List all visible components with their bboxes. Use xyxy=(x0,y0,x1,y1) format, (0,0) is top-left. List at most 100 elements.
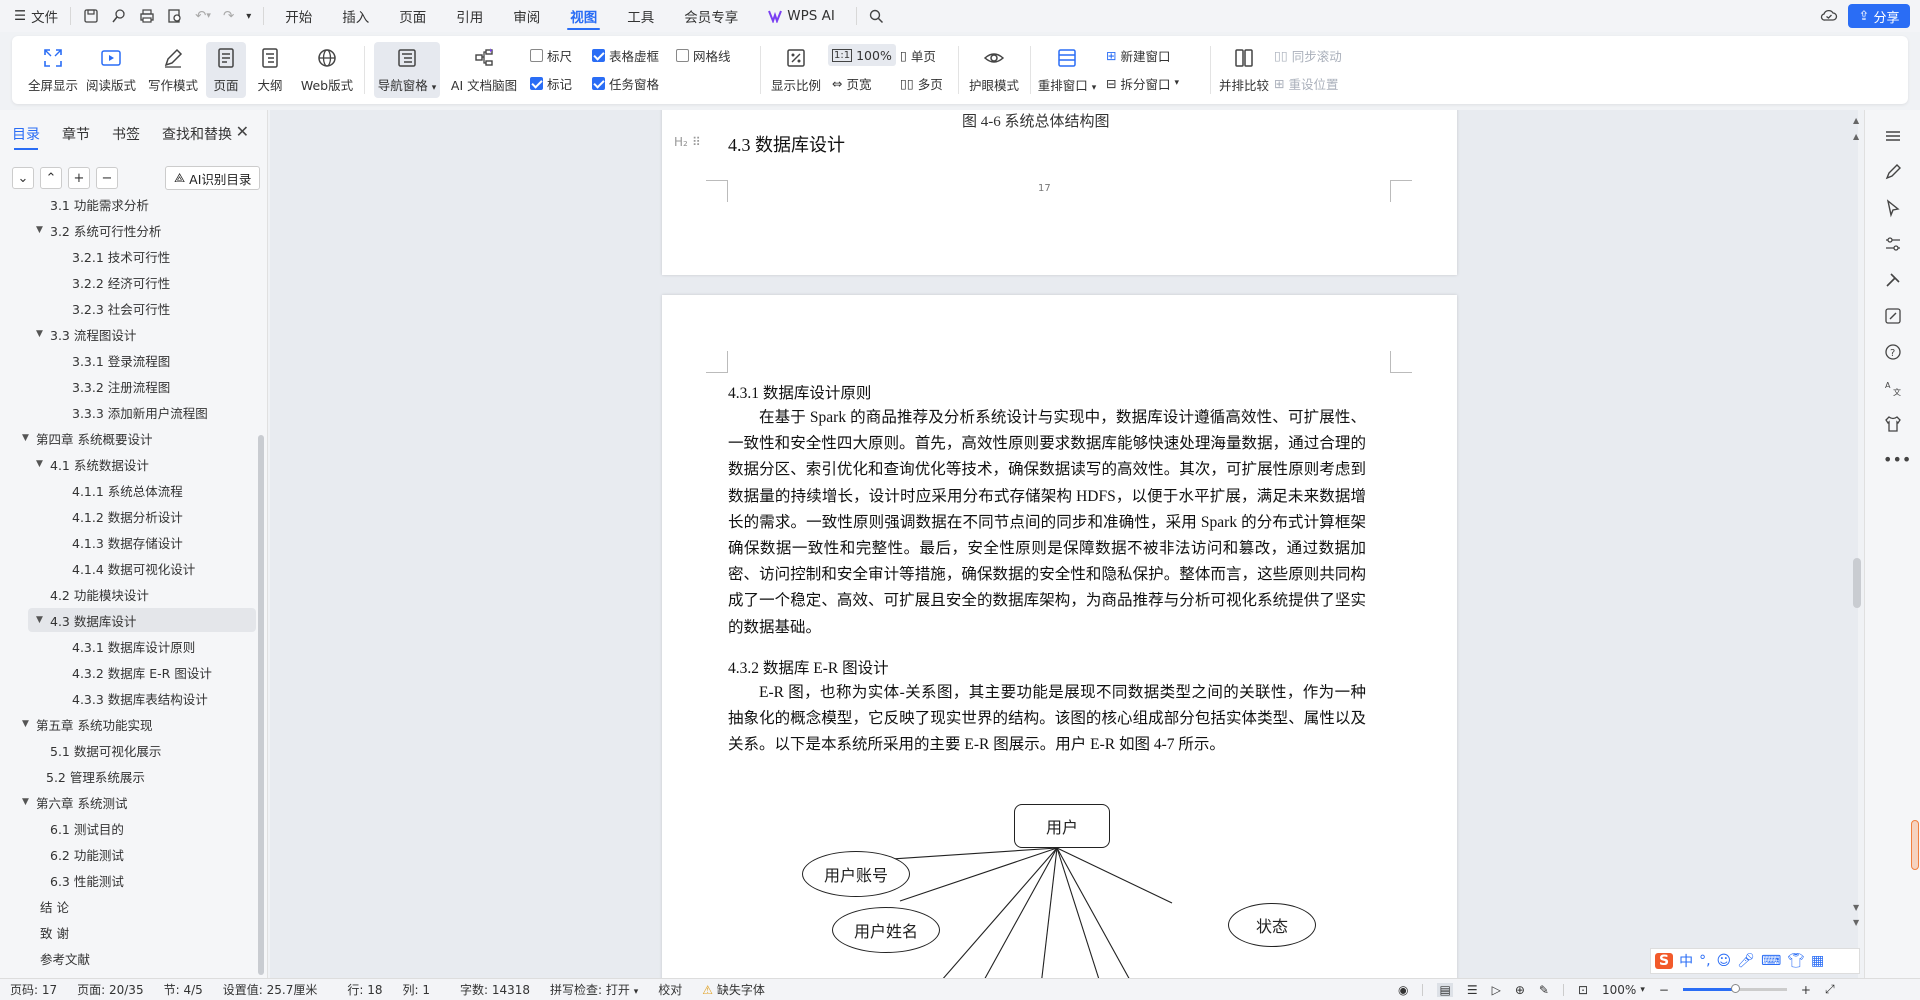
expand-triangle-icon[interactable]: ▼ xyxy=(36,615,50,625)
nav-pane-button[interactable]: 导航窗格 ▾ xyxy=(374,42,440,98)
page-width-button[interactable]: ⇔ 页宽 xyxy=(832,72,872,94)
tab-page[interactable]: 页面 xyxy=(384,0,441,32)
cursor-icon[interactable] xyxy=(1883,198,1903,218)
fit-page-icon[interactable]: ⊡ xyxy=(1578,983,1588,997)
status-col[interactable]: 列: 1 xyxy=(392,981,440,998)
status-proof[interactable]: 校对 xyxy=(648,981,692,998)
ai-mindmap-button[interactable]: AI 文档脑图 xyxy=(448,42,520,98)
close-icon[interactable]: ✕ xyxy=(236,122,249,141)
ime-toolbar[interactable]: S 中 °, ☺ 🎤︎ ⌨ 👕︎ ▦ xyxy=(1650,948,1860,974)
web-view-button[interactable]: Web版式 xyxy=(298,42,356,98)
tools-icon[interactable] xyxy=(1883,270,1903,290)
toc-item[interactable]: 3.2.2 经济可行性 xyxy=(56,270,170,294)
table-gridlines-check[interactable] xyxy=(592,48,605,62)
toc-item[interactable]: 6.1 测试目的 xyxy=(36,816,124,840)
gridlines-checkbox[interactable]: 网格线 xyxy=(676,44,731,66)
undo-icon[interactable]: ↶ ▾ xyxy=(189,0,217,32)
shirt-icon[interactable] xyxy=(1883,414,1903,434)
sliders-icon[interactable] xyxy=(1883,234,1903,254)
expand-triangle-icon[interactable]: ▼ xyxy=(36,225,50,235)
toc-item[interactable]: 4.2 功能模块设计 xyxy=(36,582,149,606)
scrollbar-thumb[interactable] xyxy=(1853,558,1861,608)
pen-icon[interactable]: ✎ xyxy=(1539,983,1549,997)
save-icon[interactable] xyxy=(77,0,105,32)
page-view-icon[interactable]: ▤ xyxy=(1437,982,1453,997)
fullscreen-button[interactable]: 全屏显示 xyxy=(28,42,78,98)
file-menu[interactable]: ☰ 文件 xyxy=(0,0,64,32)
ruler-checkbox[interactable]: 标尺 xyxy=(530,44,572,66)
status-section[interactable]: 节: 4/5 xyxy=(154,981,213,998)
marks-check[interactable] xyxy=(530,76,543,90)
eye-protect-icon[interactable]: ◉ xyxy=(1398,983,1408,997)
status-missing-font[interactable]: ⚠ 缺失字体 xyxy=(692,981,775,998)
format-painter-icon[interactable] xyxy=(105,0,133,32)
fullscreen-icon[interactable]: ⤢ xyxy=(1825,982,1835,997)
tab-home[interactable]: 开始 xyxy=(270,0,327,32)
read-mode-button[interactable]: 阅读版式 xyxy=(84,42,138,98)
zoom-100-button[interactable]: 1:1 100% xyxy=(828,44,896,66)
vertical-scrollbar[interactable]: ▲ ▲ ▼ ▼ xyxy=(1850,108,1864,976)
toc-item[interactable]: 5.1 数据可视化展示 xyxy=(36,738,161,762)
pen-icon[interactable] xyxy=(1883,162,1903,182)
tab-tools[interactable]: 工具 xyxy=(612,0,669,32)
tab-view[interactable]: 视图 xyxy=(555,0,612,32)
menu-lines-icon[interactable] xyxy=(1883,126,1903,146)
ruler-check[interactable] xyxy=(530,48,543,62)
toc-item[interactable]: ▼ 4.1 系统数据设计 xyxy=(36,452,149,476)
ai-toc-button[interactable]: ⟁ AI识别目录 xyxy=(165,166,261,190)
status-setting[interactable]: 设置值: 25.7厘米 xyxy=(213,981,328,998)
toc-item[interactable]: ▼ 第五章 系统功能实现 xyxy=(22,712,152,736)
toc-item[interactable]: 4.3.2 数据库 E-R 图设计 xyxy=(56,660,212,684)
more-icon[interactable]: ••• xyxy=(1883,450,1911,470)
outline-view-button[interactable]: 大纲 xyxy=(252,42,288,98)
tab-insert[interactable]: 插入 xyxy=(327,0,384,32)
toc-item[interactable]: 3.2.3 社会可行性 xyxy=(56,296,170,320)
eye-protect-button[interactable]: 护眼模式 xyxy=(966,42,1022,98)
toc-item[interactable]: ▼ 4.3 数据库设计 xyxy=(28,608,256,632)
write-mode-button[interactable]: 写作模式 xyxy=(146,42,200,98)
toc-item[interactable]: 致 谢 xyxy=(22,920,69,944)
page-view-button[interactable]: 页面 xyxy=(206,42,246,98)
status-spell[interactable]: 拼写检查: 打开 ▾ xyxy=(540,981,648,998)
dropdown-arrow-icon[interactable]: ▾ xyxy=(1640,985,1645,995)
reset-position-button[interactable]: ⊞ 重设位置 xyxy=(1274,72,1339,94)
zoom-value[interactable]: 100% xyxy=(1602,983,1636,997)
toc-item[interactable]: 3.3.3 添加新用户流程图 xyxy=(56,400,208,424)
document-canvas[interactable]: 图 4-6 系统总体结构图 H₂ ⠿ 4.3 数据库设计 17 4.3.1 数据… xyxy=(270,110,1858,978)
toc-item[interactable]: 5.2 管理系统展示 xyxy=(32,764,145,788)
drag-handle-icon[interactable]: ⠿ xyxy=(692,135,701,149)
outline-icon[interactable]: ☰ xyxy=(1467,983,1478,997)
sidebar-scrollbar[interactable] xyxy=(258,435,264,975)
toc-item[interactable]: ▼ 3.3 流程图设计 xyxy=(36,322,136,346)
toc-item[interactable]: 4.1.2 数据分析设计 xyxy=(56,504,183,528)
tab-reference[interactable]: 引用 xyxy=(441,0,498,32)
print-icon[interactable] xyxy=(133,0,161,32)
print-preview-icon[interactable] xyxy=(161,0,189,32)
multi-page-button[interactable]: ▯▯ 多页 xyxy=(900,72,943,94)
rearrange-window-button[interactable]: 重排窗口 ▾ xyxy=(1036,42,1098,98)
toc-item[interactable]: 3.3.2 注册流程图 xyxy=(56,374,170,398)
toc-item[interactable]: 6.3 性能测试 xyxy=(36,868,124,892)
tab-wps-ai[interactable]: WPS AI xyxy=(753,0,850,32)
redo-icon[interactable]: ↷ xyxy=(217,0,240,32)
expand-triangle-icon[interactable]: ▼ xyxy=(36,459,50,469)
new-window-button[interactable]: ⊞ 新建窗口 xyxy=(1106,44,1171,66)
collapse-down-icon[interactable]: ⌄ xyxy=(12,167,34,189)
gridlines-check[interactable] xyxy=(676,48,689,62)
toc-item[interactable]: 参考文献 xyxy=(22,946,90,970)
split-window-button[interactable]: ⊟ 拆分窗口 ▾ xyxy=(1106,72,1179,94)
more-chevron-icon[interactable]: ▾ xyxy=(240,0,257,32)
zoom-ratio-button[interactable]: 显示比例 xyxy=(768,42,824,98)
cloud-sync-icon[interactable] xyxy=(1820,7,1838,27)
translate-icon[interactable]: A文 xyxy=(1883,378,1903,398)
status-words[interactable]: 字数: 14318 xyxy=(450,981,540,998)
expand-triangle-icon[interactable]: ▼ xyxy=(22,719,36,729)
help-icon[interactable]: ? xyxy=(1883,342,1903,362)
toc-item[interactable]: 6.2 功能测试 xyxy=(36,842,124,866)
tab-bookmarks[interactable]: 书签 xyxy=(112,124,140,144)
expand-triangle-icon[interactable]: ▼ xyxy=(22,433,36,443)
add-heading-icon[interactable]: + xyxy=(68,167,90,189)
play-icon[interactable]: ▷ xyxy=(1492,983,1501,997)
edit-image-icon[interactable] xyxy=(1883,306,1903,326)
toc-item[interactable]: 结 论 xyxy=(22,894,69,918)
